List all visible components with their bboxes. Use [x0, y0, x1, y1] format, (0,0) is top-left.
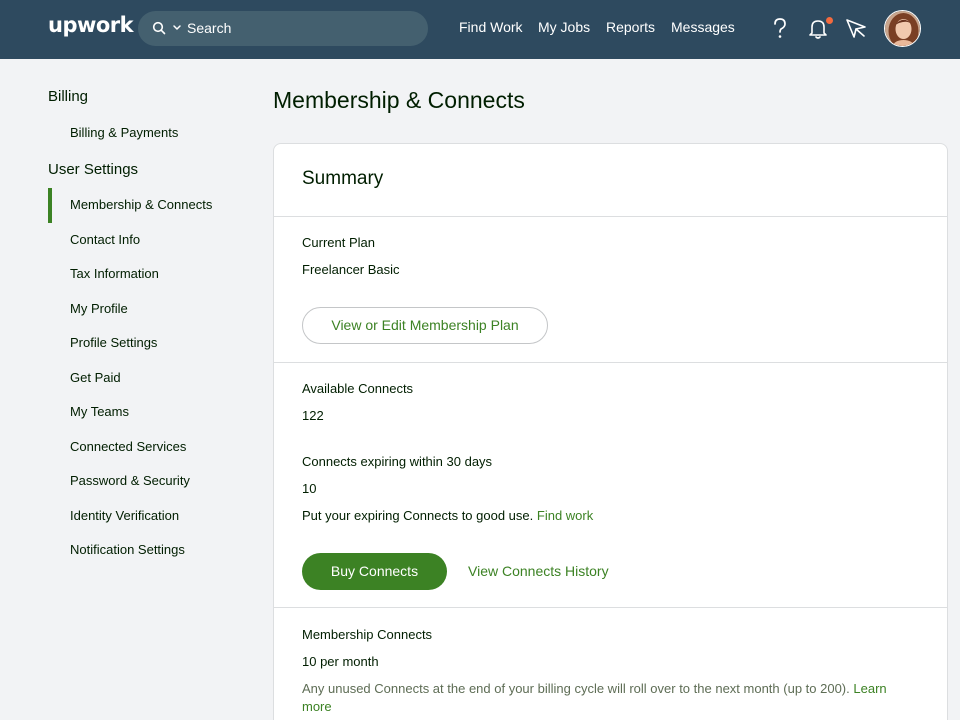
search-input[interactable]: Search	[187, 20, 231, 36]
upwork-logo[interactable]: upwork	[48, 13, 134, 37]
rollover-note-text: Any unused Connects at the end of your b…	[302, 681, 850, 696]
expiring-connects-value: 10	[302, 481, 317, 496]
sidebar-item-membership-connects[interactable]: Membership & Connects	[70, 197, 212, 212]
expiring-note: Put your expiring Connects to good use. …	[302, 508, 593, 523]
available-connects-value: 122	[302, 408, 324, 423]
sidebar-heading-billing: Billing	[48, 88, 89, 105]
current-plan-label: Current Plan	[302, 235, 375, 250]
sidebar-item-profile-settings[interactable]: Profile Settings	[70, 335, 157, 350]
notification-dot	[826, 17, 833, 24]
sidebar-item-contact-info[interactable]: Contact Info	[70, 232, 140, 247]
nav-messages[interactable]: Messages	[671, 19, 735, 35]
divider	[274, 216, 947, 217]
view-connects-history-link[interactable]: View Connects History	[468, 563, 609, 579]
send-icon[interactable]	[845, 17, 867, 39]
summary-card: Summary Current Plan Freelancer Basic Vi…	[273, 143, 948, 720]
sidebar-item-get-paid[interactable]: Get Paid	[70, 370, 121, 385]
edit-membership-plan-button[interactable]: View or Edit Membership Plan	[302, 307, 548, 344]
sidebar-heading-user-settings: User Settings	[48, 161, 139, 178]
search-icon	[152, 21, 166, 35]
chevron-down-icon[interactable]	[172, 21, 182, 35]
sidebar-item-connected-services[interactable]: Connected Services	[70, 439, 186, 454]
search-bar[interactable]: Search	[138, 11, 428, 46]
top-nav: upwork Search Find Work My Jobs Reports …	[0, 0, 960, 59]
page-title: Membership & Connects	[273, 87, 525, 113]
buy-connects-button[interactable]: Buy Connects	[302, 553, 447, 590]
sidebar-active-indicator	[48, 188, 52, 223]
available-connects-label: Available Connects	[302, 381, 414, 396]
help-icon[interactable]	[770, 16, 790, 40]
sidebar-item-billing-payments[interactable]: Billing & Payments	[70, 125, 178, 140]
membership-connects-label: Membership Connects	[302, 627, 433, 642]
find-work-link[interactable]: Find work	[537, 508, 593, 523]
summary-title: Summary	[302, 168, 384, 189]
sidebar-item-my-profile[interactable]: My Profile	[70, 301, 128, 316]
sidebar-item-tax-information[interactable]: Tax Information	[70, 266, 159, 281]
divider	[274, 362, 947, 363]
sidebar-item-my-teams[interactable]: My Teams	[70, 404, 129, 419]
divider	[274, 607, 947, 608]
current-plan-value: Freelancer Basic	[302, 262, 400, 277]
avatar[interactable]	[884, 10, 921, 47]
sidebar-item-password-security[interactable]: Password & Security	[70, 473, 190, 488]
nav-my-jobs[interactable]: My Jobs	[538, 19, 590, 35]
sidebar-item-notification-settings[interactable]: Notification Settings	[70, 542, 185, 557]
expiring-connects-label: Connects expiring within 30 days	[302, 454, 493, 469]
nav-find-work[interactable]: Find Work	[459, 19, 523, 35]
nav-reports[interactable]: Reports	[606, 19, 655, 35]
sidebar-item-identity-verification[interactable]: Identity Verification	[70, 508, 179, 523]
expiring-note-text: Put your expiring Connects to good use.	[302, 508, 534, 523]
membership-connects-value: 10 per month	[302, 654, 379, 669]
rollover-note: Any unused Connects at the end of your b…	[302, 680, 912, 716]
